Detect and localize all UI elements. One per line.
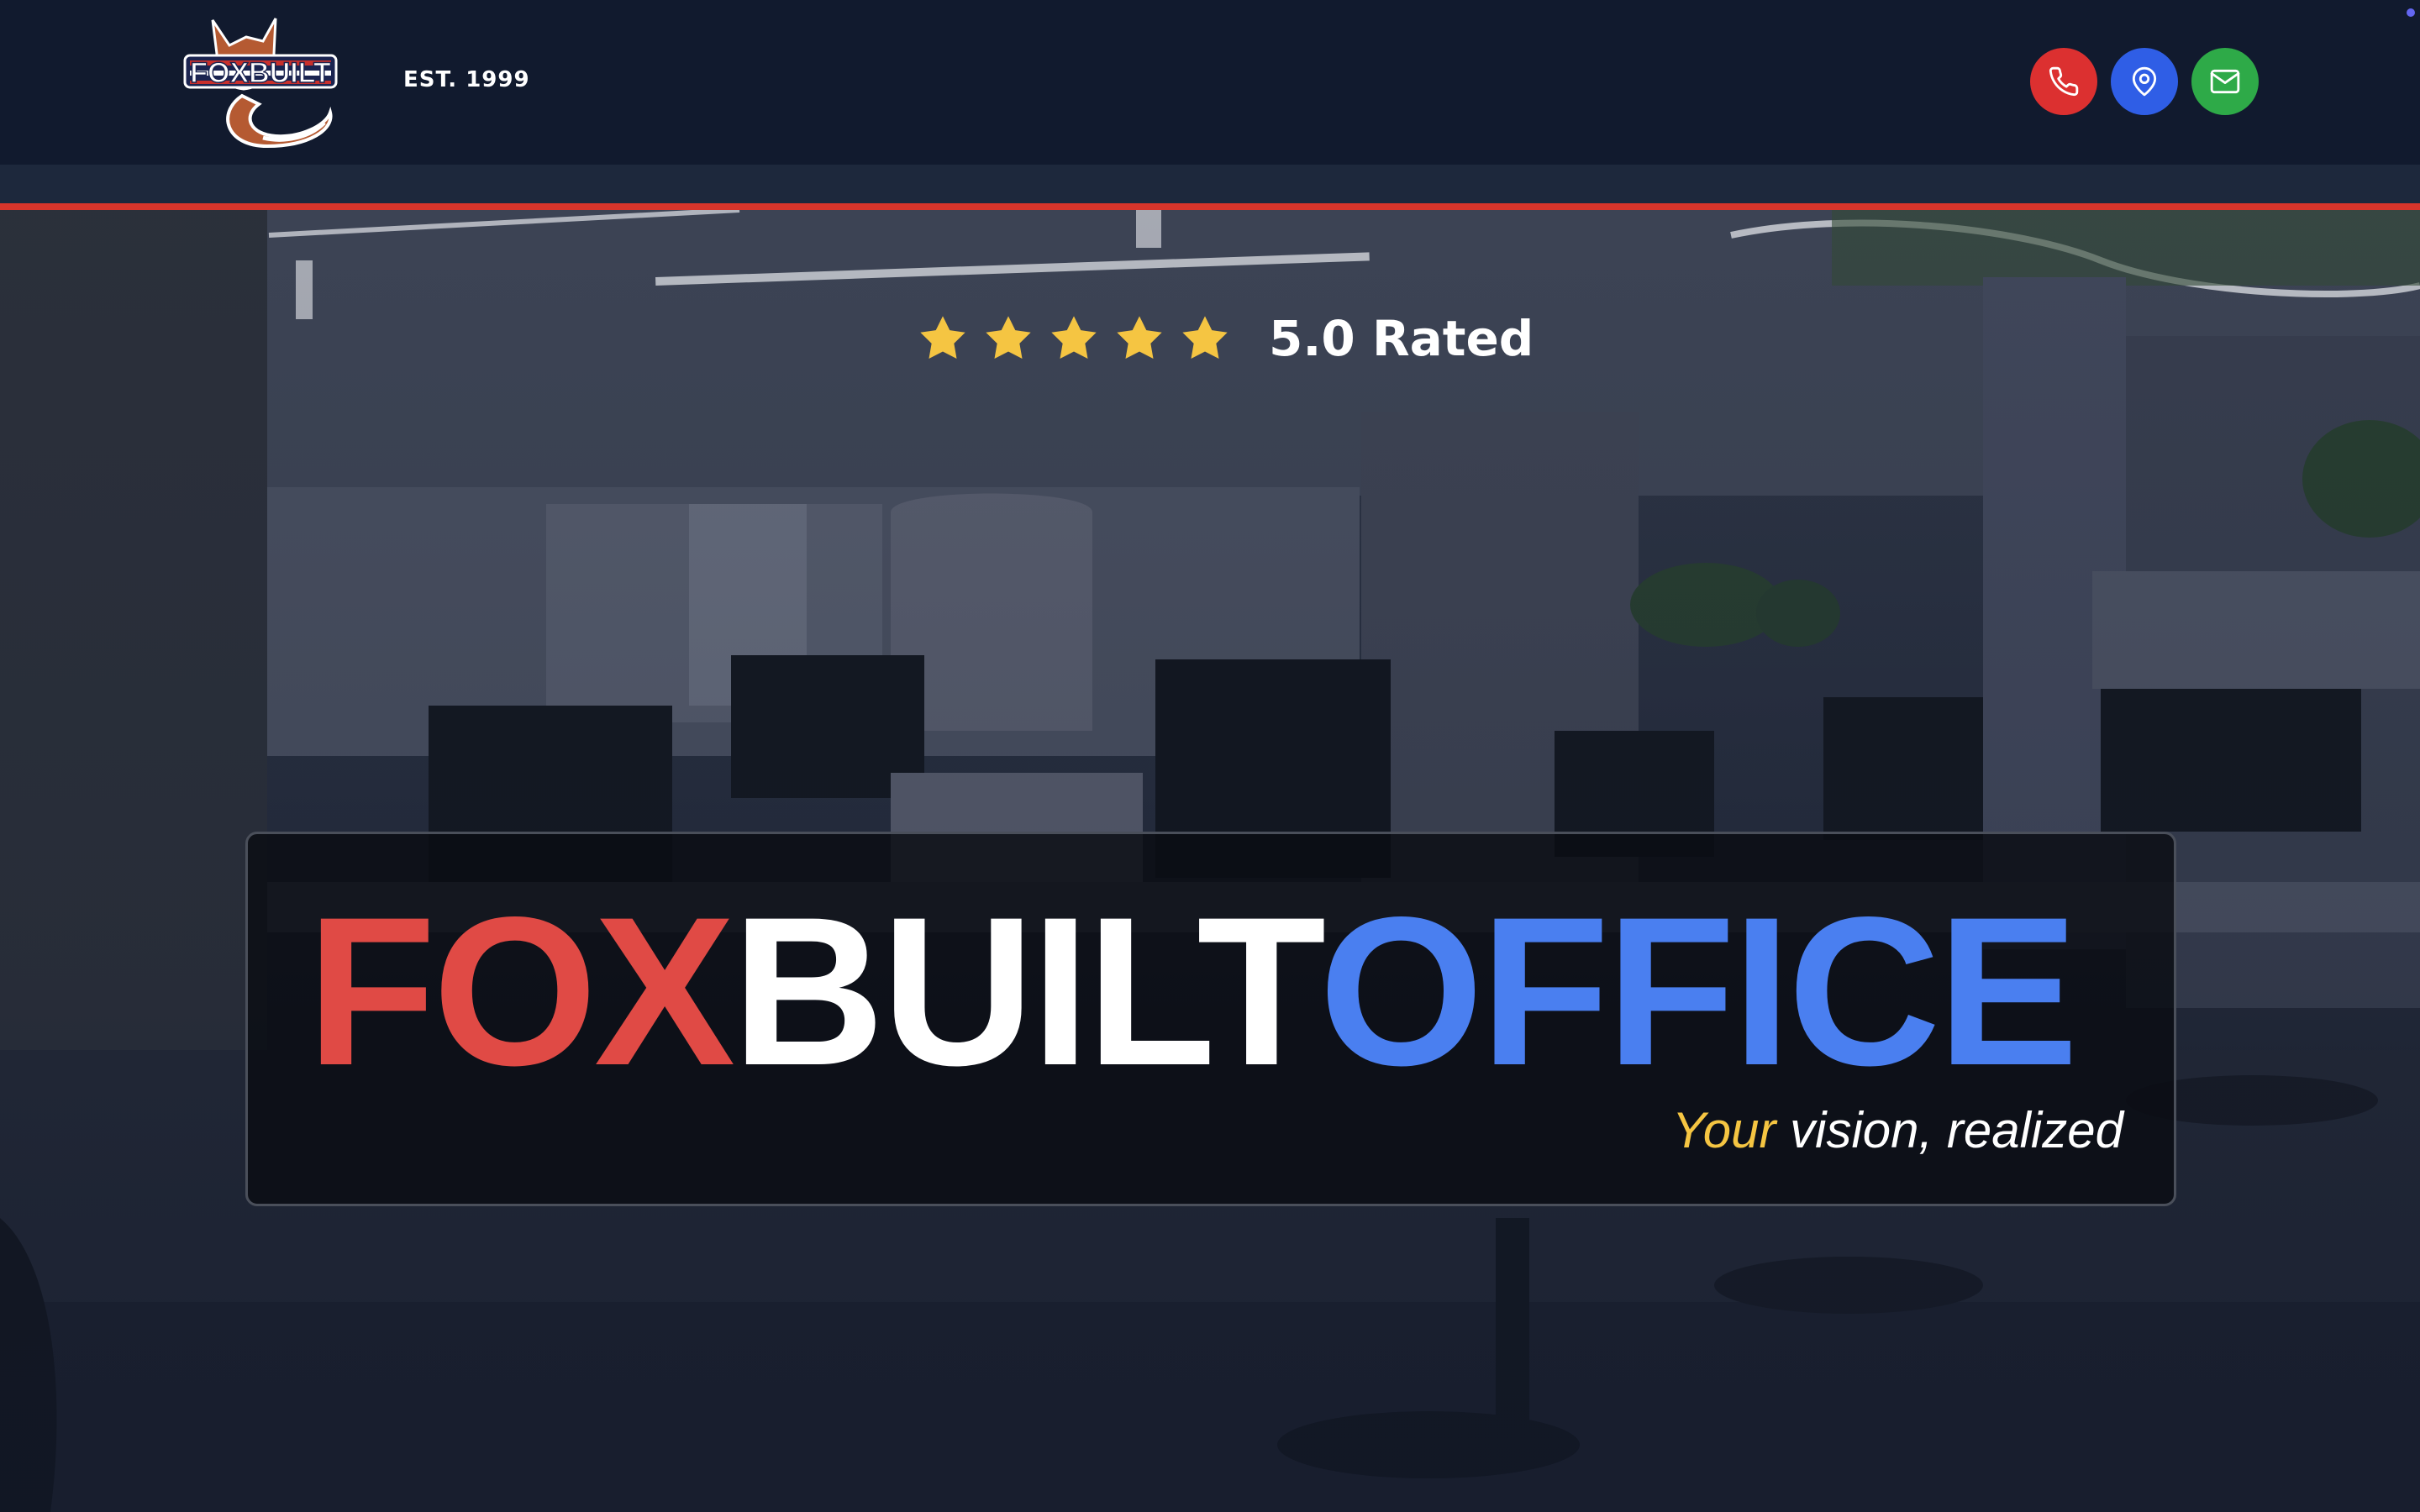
sub-navigation-bar <box>0 165 2420 203</box>
brand-part-built: BUILT <box>732 874 1323 1110</box>
tagline-rest: vision, realized <box>1776 1102 2123 1158</box>
brand-part-fox: FOX <box>307 874 735 1110</box>
star-icon <box>1182 316 1228 359</box>
phone-button[interactable] <box>2030 48 2097 115</box>
star-icon <box>1051 316 1097 359</box>
location-button[interactable] <box>2111 48 2178 115</box>
star-icon <box>1117 316 1162 359</box>
phone-icon <box>2049 66 2079 97</box>
map-pin-icon <box>2132 66 2157 97</box>
foxbuilt-logo[interactable]: FOXBUILT <box>183 12 339 151</box>
tagline: Your vision, realized <box>1672 1101 2123 1159</box>
brand-title: FOXBUILTOFFICE <box>307 886 2079 1098</box>
logo-text: FOXBUILT <box>190 57 331 89</box>
star-icon <box>920 316 965 359</box>
hero-section: 5.0 Rated FOXBUILTOFFICE Your vision, re… <box>0 210 2420 1512</box>
status-dot <box>2407 8 2415 17</box>
rating-text: 5.0 Rated <box>1269 310 1534 367</box>
rating-row: 5.0 Rated <box>916 309 1534 368</box>
brand-part-office: OFFICE <box>1318 874 2079 1110</box>
accent-divider <box>0 203 2420 210</box>
email-button[interactable] <box>2191 48 2259 115</box>
established-label: EST. 1999 <box>403 67 530 92</box>
site-header: FOXBUILT EST. 1999 <box>0 0 2420 165</box>
hero-title-card: FOXBUILTOFFICE Your vision, realized <box>245 832 2176 1206</box>
mail-icon <box>2210 69 2240 94</box>
tagline-accent: Your <box>1672 1102 1776 1158</box>
star-icon <box>986 316 1031 359</box>
